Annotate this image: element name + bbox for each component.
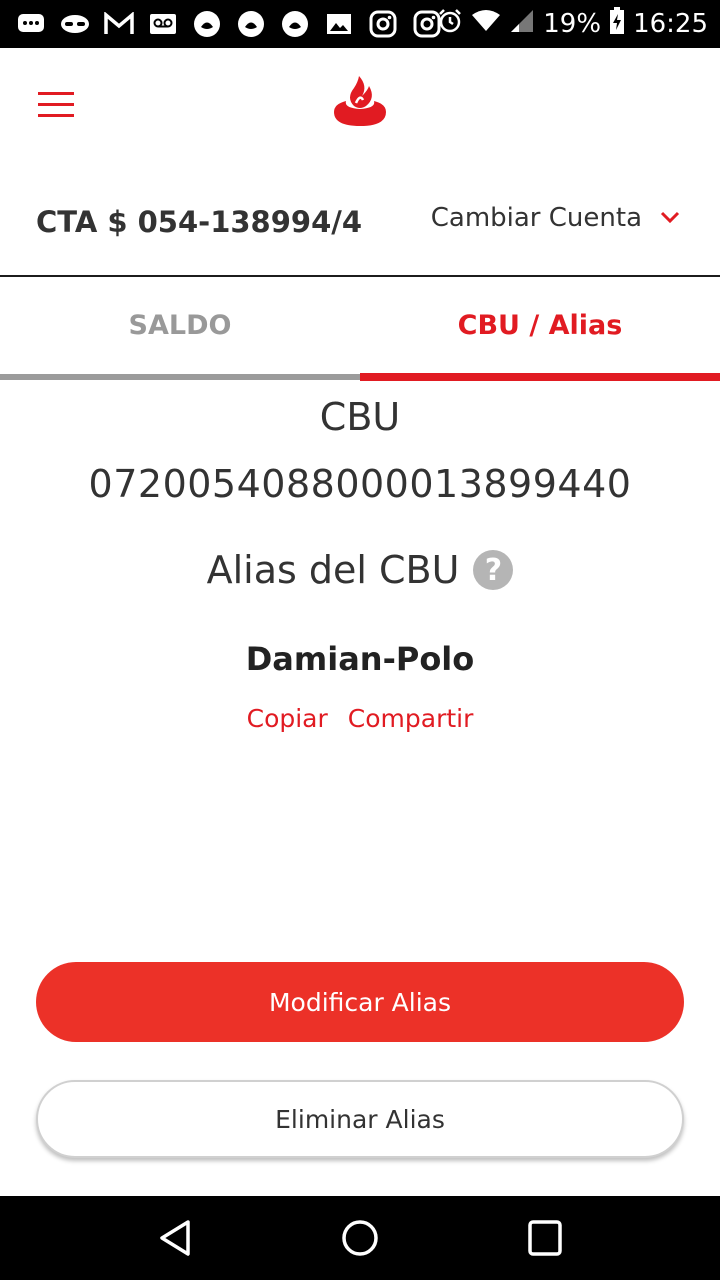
tab-saldo[interactable]: SALDO [0,277,360,373]
back-triangle-icon[interactable] [154,1216,198,1260]
alias-value: Damian-Polo [245,640,475,678]
system-status: 19% 16:25 [437,0,708,48]
tab-cbu-alias[interactable]: CBU / Alias [360,277,720,373]
system-nav-bar [0,1196,720,1280]
clock: 16:25 [633,9,708,39]
delete-alias-button[interactable]: Eliminar Alias [36,1080,684,1158]
notification-icons [16,10,442,38]
tab-indicator-inactive [0,374,360,380]
change-account-button[interactable]: Cambiar Cuenta [431,203,680,233]
santander-notification-icon [192,10,222,38]
voicemail-icon [148,10,178,38]
tab-bar: SALDO CBU / Alias [0,277,720,381]
santander-flame-logo [332,76,388,132]
alarm-icon [437,8,463,41]
account-number: CTA $ 054-138994/4 [36,205,363,239]
cbu-number: 0720054088000013899440 [88,462,632,506]
status-bar: 19% 16:25 [0,0,720,48]
alias-header: Alias del CBU ? [0,548,720,592]
chat-icon [16,10,46,38]
gmail-icon [104,10,134,38]
image-icon [324,10,354,38]
app-header [0,48,720,160]
change-account-label: Cambiar Cuenta [430,203,642,233]
chevron-down-icon [660,209,680,228]
alias-actions: Copiar Compartir [0,704,720,733]
cbu-title: CBU [319,395,401,439]
copy-link[interactable]: Copiar [247,704,328,733]
question-circle-icon[interactable]: ? [473,550,514,590]
hamburger-menu-icon[interactable] [38,92,74,118]
battery-percent: 19% [543,9,602,39]
alias-label: Alias del CBU [206,548,460,592]
santander-notification-icon [280,10,310,38]
wifi-icon [471,9,501,40]
recents-square-icon[interactable] [523,1216,567,1260]
share-link[interactable]: Compartir [348,704,474,733]
battery-charging-icon [609,6,625,42]
modify-alias-button[interactable]: Modificar Alias [36,962,684,1042]
signal-icon [509,8,535,41]
santander-notification-icon [236,10,266,38]
instagram-icon [368,10,398,38]
home-circle-icon[interactable] [338,1216,382,1260]
tab-indicator-active [360,373,720,381]
account-selector: CTA $ 054-138994/4 Cambiar Cuenta [0,175,720,277]
incognito-icon [60,10,90,38]
